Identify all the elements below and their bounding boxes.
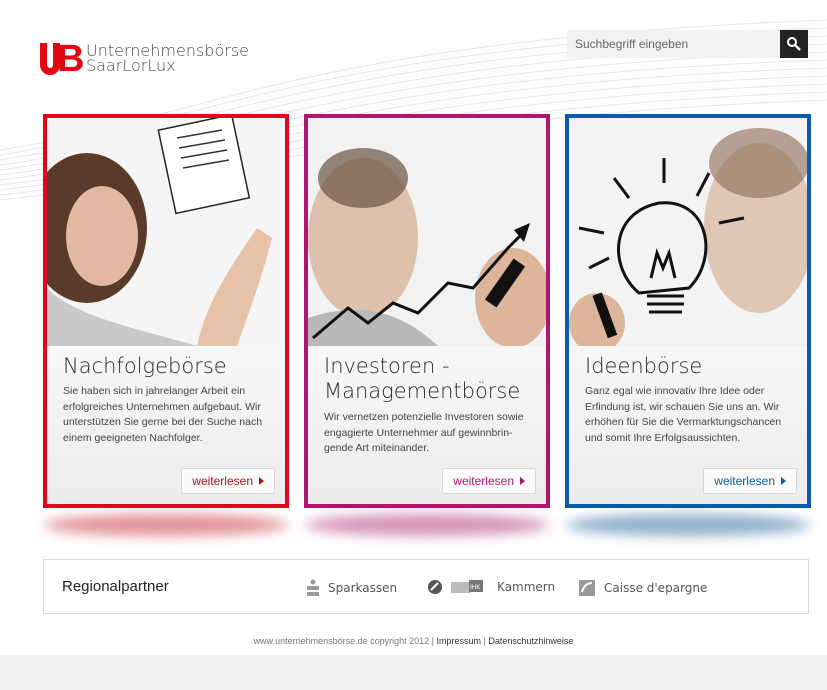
- card-image-woman-document: [47, 118, 285, 346]
- weiterlesen-button[interactable]: weiterlesen: [442, 468, 536, 494]
- card-title: Investoren - Managementbörse: [324, 354, 520, 404]
- card-shadow: [305, 514, 549, 536]
- footer-copyright: www.unternehmensbörse.de copyright 2012 …: [253, 636, 437, 646]
- weiterlesen-button[interactable]: weiterlesen: [181, 468, 275, 494]
- sparkasse-icon: [307, 579, 319, 596]
- search-input[interactable]: [567, 30, 780, 58]
- card-nachfolgeboerse[interactable]: Nachfolgebörse Sie haben sich in jahrela…: [43, 114, 289, 508]
- footer: www.unternehmensbörse.de copyright 2012 …: [0, 636, 827, 646]
- card-title-line2: Managementbörse: [324, 379, 521, 403]
- card-body: Investoren - Managementbörse Wir vernetz…: [308, 346, 546, 504]
- ihk-logo-icon: IHK: [451, 580, 483, 593]
- logo-text: Unternehmensbörse SaarLorLux: [86, 43, 249, 75]
- card-description: Wir vernetzen potenzielle Investoren sow…: [324, 411, 524, 454]
- arrow-right-icon: [520, 477, 525, 485]
- impressum-link[interactable]: Impressum: [437, 636, 482, 646]
- caisse-epargne-icon: [579, 580, 595, 596]
- card-image-man-chart: [308, 118, 546, 346]
- search-icon: [787, 37, 801, 51]
- card-image-lightbulb: [569, 118, 807, 346]
- page: B Unternehmensbörse SaarLorLux Suchbegri…: [0, 0, 827, 690]
- card-ideenboerse[interactable]: Ideenbörse Ganz egal wie innovativ Ihre …: [565, 114, 811, 508]
- search-bar: [567, 30, 808, 58]
- ub-logo-mark: B: [40, 40, 84, 78]
- weiterlesen-label: weiterlesen: [453, 474, 514, 488]
- card-title: Nachfolgebörse: [63, 354, 227, 378]
- partner-label: Kammern: [497, 580, 556, 594]
- card-body: Nachfolgebörse Sie haben sich in jahrela…: [47, 346, 285, 504]
- card-shadow: [566, 514, 810, 536]
- partner-kammern[interactable]: IHK Kammern: [427, 579, 555, 595]
- weiterlesen-button[interactable]: weiterlesen: [703, 468, 797, 494]
- kammer-logo-icon: [428, 580, 442, 594]
- card-body: Ideenbörse Ganz egal wie innovativ Ihre …: [569, 346, 807, 504]
- card-title-line1: Investoren -: [324, 354, 450, 378]
- card-investoren-managementboerse[interactable]: Investoren - Managementbörse Wir vernetz…: [304, 114, 550, 508]
- arrow-right-icon: [781, 477, 786, 485]
- ihk-label: IHK: [470, 584, 481, 591]
- weiterlesen-label: weiterlesen: [192, 474, 253, 488]
- regional-partners: Regionalpartner Sparkassen IHK Kammern C…: [43, 559, 809, 614]
- card-shadow: [44, 514, 288, 536]
- arrow-right-icon: [259, 477, 264, 485]
- logo[interactable]: B Unternehmensbörse SaarLorLux: [40, 40, 249, 78]
- datenschutz-link[interactable]: Datenschutzhinweise: [488, 636, 573, 646]
- card-title: Ideenbörse: [585, 354, 703, 378]
- card-description: Sie haben sich in jahrelanger Arbeit ein…: [63, 385, 263, 444]
- bottom-band: [0, 655, 827, 690]
- search-button[interactable]: [780, 30, 808, 58]
- partner-label: Sparkassen: [328, 581, 398, 595]
- card-description: Ganz egal wie innovativ Ihre Idee oder E…: [585, 385, 782, 444]
- partners-title: Regionalpartner: [62, 578, 169, 595]
- partner-sparkassen[interactable]: Sparkassen: [306, 579, 397, 597]
- logo-line2: SaarLorLux: [86, 56, 176, 75]
- partner-label: Caisse d'epargne: [604, 581, 708, 595]
- partner-caisse-epargne[interactable]: Caisse d'epargne: [578, 579, 707, 597]
- weiterlesen-label: weiterlesen: [714, 474, 775, 488]
